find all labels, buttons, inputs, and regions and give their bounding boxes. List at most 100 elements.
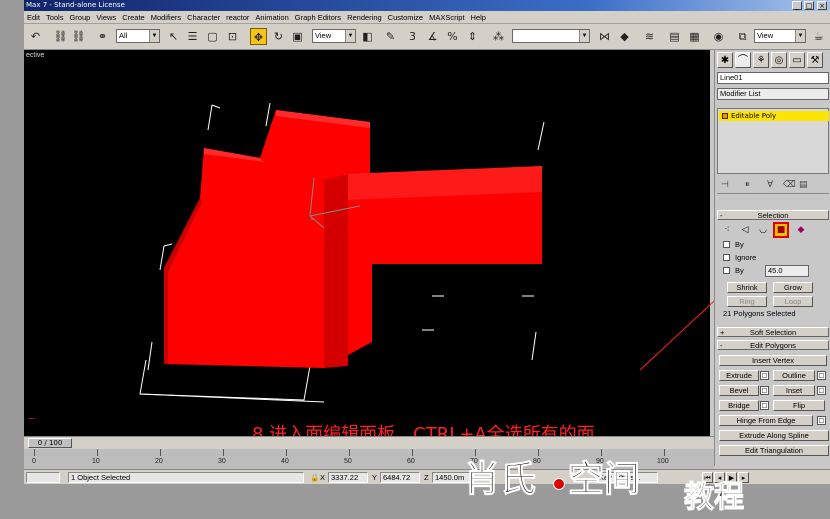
mirror-icon[interactable]: ⋈: [596, 28, 613, 45]
pivot-icon[interactable]: ◧: [359, 28, 376, 45]
render-scene-icon[interactable]: ⧉: [734, 28, 751, 45]
layer-icon[interactable]: ≋: [641, 28, 658, 45]
manipulate-icon[interactable]: ✎: [382, 28, 399, 45]
snap-3d-icon[interactable]: 3: [404, 28, 421, 45]
named-selection-dropdown[interactable]: ▼: [512, 29, 590, 43]
time-slider[interactable]: 0 / 100: [28, 438, 72, 448]
bevel-settings-icon[interactable]: □: [760, 386, 769, 395]
named-sets-icon[interactable]: ⁂: [490, 28, 507, 45]
x-coordinate[interactable]: 3337.22: [328, 472, 368, 483]
move-icon[interactable]: ✥: [250, 28, 267, 45]
loop-button[interactable]: Loop: [773, 296, 813, 307]
quick-render-icon[interactable]: ☕: [810, 28, 827, 45]
outline-button[interactable]: Outline: [773, 370, 815, 381]
maximize-button[interactable]: □: [804, 1, 814, 10]
lock-icon[interactable]: 🔒: [310, 473, 319, 482]
utilities-tab-icon[interactable]: ⚒: [807, 52, 823, 68]
by-angle-checkbox[interactable]: [723, 267, 730, 274]
modify-tab-icon[interactable]: ⌒: [735, 52, 751, 68]
remove-modifier-icon[interactable]: ⌫: [783, 180, 796, 190]
menu-animation[interactable]: Animation: [252, 11, 291, 24]
menu-tools[interactable]: Tools: [43, 11, 67, 24]
percent-snap-icon[interactable]: %: [444, 28, 461, 45]
perspective-viewport[interactable]: ective — 8.进入面编辑面板，CTRL+A全选所有的面: [24, 50, 710, 436]
border-mode-icon[interactable]: ◡: [757, 224, 769, 236]
bind-icon[interactable]: ⚭: [94, 28, 111, 45]
flip-button[interactable]: Flip: [773, 400, 825, 411]
menu-maxscript[interactable]: MAXScript: [426, 11, 467, 24]
menu-customize[interactable]: Customize: [385, 11, 426, 24]
modifier-list-dropdown[interactable]: Modifier List: [717, 88, 829, 100]
region-icon[interactable]: ▢: [204, 28, 221, 45]
bulb-icon[interactable]: [722, 113, 728, 119]
unlink-icon[interactable]: ⛓: [70, 28, 87, 45]
make-unique-icon[interactable]: ∀: [767, 180, 773, 190]
angle-snap-icon[interactable]: ∡: [424, 28, 441, 45]
menu-views[interactable]: Views: [93, 11, 119, 24]
menu-edit[interactable]: Edit: [24, 11, 43, 24]
outline-settings-icon[interactable]: □: [817, 371, 826, 380]
inset-button[interactable]: Inset: [773, 385, 815, 396]
chevron-down-icon: ▼: [149, 30, 159, 42]
polygon-mode-icon[interactable]: ■: [773, 222, 789, 238]
menu-modifiers[interactable]: Modifiers: [148, 11, 184, 24]
spinner-snap-icon[interactable]: ⇕: [464, 28, 481, 45]
vertex-mode-icon[interactable]: ⁖: [721, 224, 733, 236]
ignore-backfacing-checkbox[interactable]: [723, 254, 730, 261]
align-icon[interactable]: ◆: [616, 28, 633, 45]
by-vertex-checkbox[interactable]: [723, 241, 730, 248]
menu-character[interactable]: Character: [184, 11, 223, 24]
motion-tab-icon[interactable]: ◎: [771, 52, 787, 68]
menu-reactor[interactable]: reactor: [223, 11, 252, 24]
element-mode-icon[interactable]: ◆: [795, 224, 807, 236]
ring-button[interactable]: Ring: [727, 296, 767, 307]
undo-icon[interactable]: ↶: [27, 28, 44, 45]
window-crossing-icon[interactable]: ⊡: [224, 28, 241, 45]
extrude-button[interactable]: Extrude: [719, 370, 759, 381]
menu-graph-editors[interactable]: Graph Editors: [292, 11, 344, 24]
close-button[interactable]: ×: [817, 1, 827, 10]
menu-group[interactable]: Group: [66, 11, 93, 24]
link-icon[interactable]: ⛓: [52, 28, 69, 45]
select-icon[interactable]: ↖: [165, 28, 182, 45]
y-coordinate[interactable]: 6484.72: [380, 472, 420, 483]
ref-coord-dropdown[interactable]: View ▼: [312, 29, 356, 43]
curve-editor-icon[interactable]: ▤: [666, 28, 683, 45]
object-name-field[interactable]: Line01: [717, 72, 829, 84]
create-tab-icon[interactable]: ✱: [717, 52, 733, 68]
shrink-button[interactable]: Shrink: [727, 282, 767, 293]
bevel-button[interactable]: Bevel: [719, 385, 759, 396]
show-end-result-icon[interactable]: ⏸: [745, 180, 750, 190]
extrude-along-spline-button[interactable]: Extrude Along Spline: [719, 430, 829, 441]
bridge-settings-icon[interactable]: □: [760, 401, 769, 410]
inset-settings-icon[interactable]: □: [817, 386, 826, 395]
pin-stack-icon[interactable]: ⊣: [721, 180, 729, 190]
grow-button[interactable]: Grow: [773, 282, 813, 293]
menu-rendering[interactable]: Rendering: [344, 11, 385, 24]
select-by-name-icon[interactable]: ☰: [184, 28, 201, 45]
scale-icon[interactable]: ▣: [289, 28, 306, 45]
insert-vertex-button[interactable]: Insert Vertex: [719, 355, 827, 366]
maxscript-listener[interactable]: [26, 472, 60, 483]
hinge-from-edge-button[interactable]: Hinge From Edge: [719, 415, 813, 426]
selection-rollout-header[interactable]: - Selection: [717, 210, 829, 220]
bridge-button[interactable]: Bridge: [719, 400, 759, 411]
hinge-settings-icon[interactable]: □: [817, 416, 826, 425]
edit-polygons-rollout-header[interactable]: - Edit Polygons: [717, 340, 829, 350]
edge-mode-icon[interactable]: ◁: [739, 224, 751, 236]
angle-spinner[interactable]: 45.0: [765, 265, 809, 277]
render-view-dropdown[interactable]: View ▼: [754, 29, 806, 43]
extrude-settings-icon[interactable]: □: [760, 371, 769, 380]
rotate-icon[interactable]: ↻: [270, 28, 287, 45]
stack-item-editable-poly[interactable]: Editable Poly: [719, 111, 829, 121]
minimize-button[interactable]: _: [792, 1, 802, 10]
selection-filter-dropdown[interactable]: All ▼: [116, 29, 160, 43]
display-tab-icon[interactable]: ▭: [789, 52, 805, 68]
schematic-icon[interactable]: ▦: [686, 28, 703, 45]
hierarchy-tab-icon[interactable]: ⚘: [753, 52, 769, 68]
configure-sets-icon[interactable]: ▤: [799, 180, 808, 190]
material-editor-icon[interactable]: ◉: [710, 28, 727, 45]
menu-create[interactable]: Create: [119, 11, 148, 24]
soft-selection-rollout-header[interactable]: + Soft Selection: [717, 327, 829, 337]
menu-help[interactable]: Help: [468, 11, 489, 24]
